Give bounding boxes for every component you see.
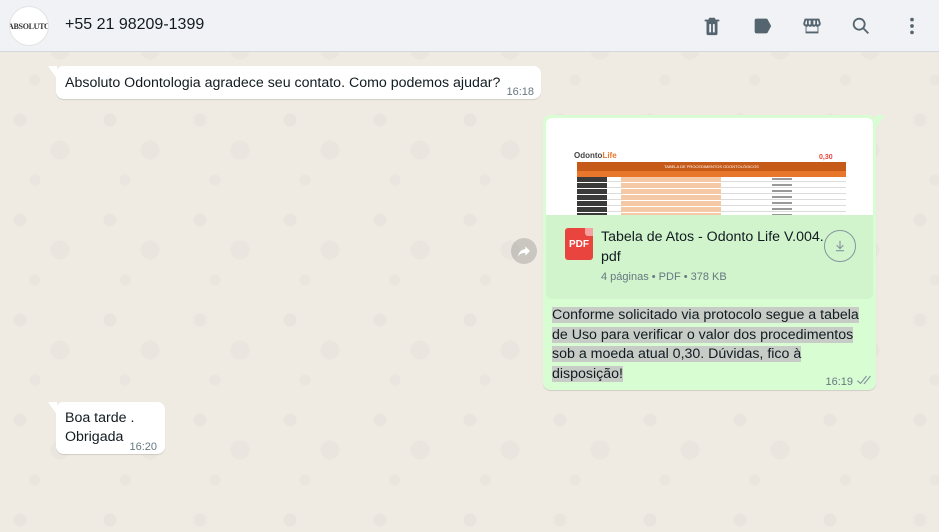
- label-icon[interactable]: [749, 13, 775, 39]
- document-card[interactable]: PDF Tabela de Atos - Odonto Life V.004.p…: [546, 215, 873, 299]
- document-meta: 4 páginas • PDF • 378 KB: [601, 271, 727, 283]
- message-line: Obrigada: [65, 429, 124, 445]
- thumbnail-table-row: [577, 195, 846, 200]
- thumbnail-table-row: [577, 189, 846, 194]
- outgoing-document-message[interactable]: OdontoLife 0,30 TABELA DE PROCEDIMENTOS …: [543, 115, 876, 390]
- thumbnail-table-row: [577, 177, 846, 182]
- document-thumbnail[interactable]: OdontoLife 0,30 TABELA DE PROCEDIMENTOS …: [546, 118, 873, 218]
- contact-name[interactable]: +55 21 98209-1399: [65, 16, 204, 34]
- message-time: 16:19: [825, 376, 853, 388]
- forward-icon: [518, 246, 530, 257]
- download-icon: [835, 240, 845, 252]
- message-time: 16:18: [506, 86, 534, 98]
- bubble-tail: [876, 115, 885, 128]
- thumbnail-table-row: [577, 201, 846, 206]
- thumbnail-table-title: TABELA DE PROCEDIMENTOS ODONTOLÓGICOS: [577, 162, 846, 171]
- incoming-message[interactable]: Absoluto Odontologia agradece seu contat…: [56, 66, 541, 99]
- message-line: Boa tarde .: [65, 410, 135, 426]
- thumbnail-table-row: [577, 207, 846, 212]
- menu-icon[interactable]: [899, 13, 925, 39]
- incoming-message[interactable]: Boa tarde . Obrigada 16:20: [56, 402, 165, 454]
- message-time: 16:20: [129, 441, 157, 453]
- download-button[interactable]: [824, 230, 856, 262]
- chat-header: ABSOLUTO +55 21 98209-1399: [0, 0, 939, 52]
- message-caption: Conforme solicitado via protocolo segue …: [552, 307, 859, 382]
- forward-button[interactable]: [511, 238, 537, 264]
- document-name: Tabela de Atos - Odonto Life V.004.pdf: [601, 229, 824, 265]
- store-icon[interactable]: [799, 13, 825, 39]
- pdf-icon: PDF: [565, 228, 593, 260]
- thumbnail-table-row: [577, 183, 846, 188]
- avatar-logo-text: ABSOLUTO: [9, 21, 49, 31]
- search-icon[interactable]: [848, 13, 874, 39]
- double-check-icon: [855, 373, 871, 385]
- message-text: Boa tarde . Obrigada: [65, 409, 134, 447]
- message-text: Absoluto Odontologia agradece seu contat…: [65, 75, 501, 91]
- trash-icon[interactable]: [699, 13, 725, 39]
- avatar[interactable]: ABSOLUTO: [9, 6, 49, 46]
